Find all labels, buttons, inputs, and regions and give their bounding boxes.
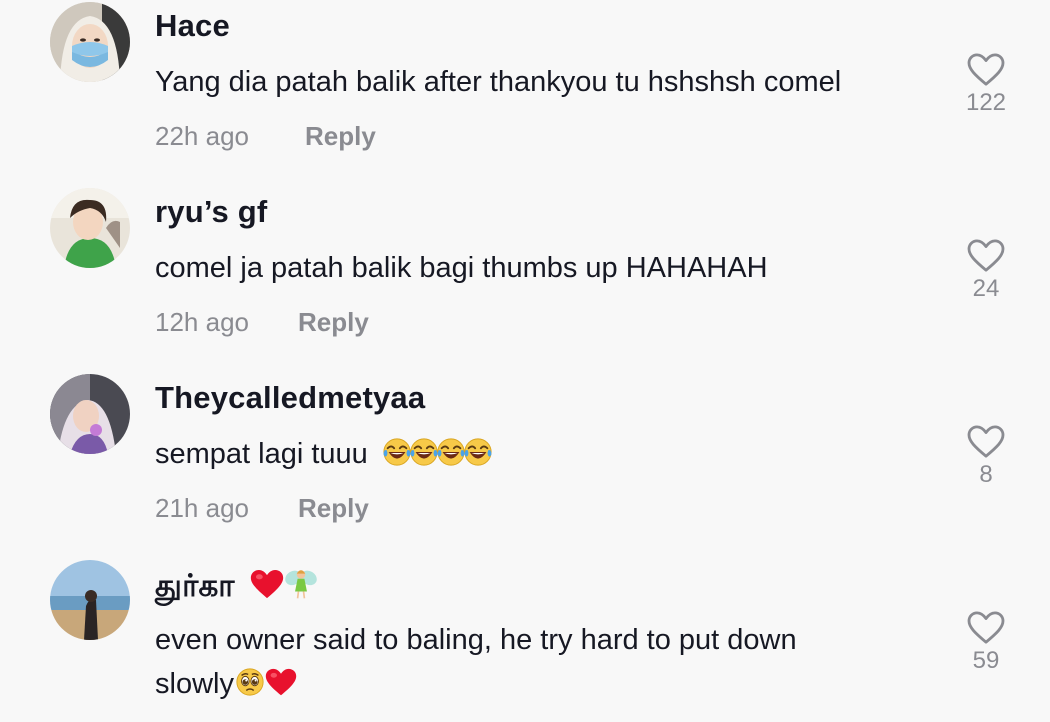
like-button[interactable]: 122 xyxy=(955,53,1017,117)
heart-outline-icon[interactable] xyxy=(967,53,1005,87)
like-count: 8 xyxy=(979,461,993,488)
reply-button[interactable]: Reply xyxy=(298,493,369,524)
reply-button[interactable]: Reply xyxy=(298,307,369,338)
like-count: 122 xyxy=(965,89,1007,116)
tears-of-joy-emoji xyxy=(436,437,466,467)
tears-of-joy-emoji xyxy=(409,437,439,467)
like-button[interactable]: 8 xyxy=(955,425,1017,489)
comment-text: even owner said to baling, he try hard t… xyxy=(155,618,915,706)
comment-username[interactable]: துர்கா xyxy=(155,566,318,608)
comment-text-content: sempat lagi tuuu xyxy=(155,438,368,470)
comment-username-text: துர்கா xyxy=(155,568,235,603)
red-heart-emoji xyxy=(265,668,297,697)
comment-timestamp: 12h ago xyxy=(155,307,249,337)
tears-of-joy-emoji xyxy=(382,437,412,467)
heart-outline-icon[interactable] xyxy=(967,239,1005,273)
reply-button[interactable]: Reply xyxy=(305,121,376,152)
avatar[interactable] xyxy=(50,188,130,268)
comment-timestamp: 21h ago xyxy=(155,493,249,523)
comment-username[interactable]: Theycalledmetyaa xyxy=(155,380,425,416)
heart-outline-icon[interactable] xyxy=(967,611,1005,645)
avatar[interactable] xyxy=(50,560,130,640)
pleading-face-emoji xyxy=(235,667,265,697)
comment-text-line: slowly xyxy=(155,662,915,706)
tears-of-joy-emoji xyxy=(463,437,493,467)
red-heart-emoji xyxy=(250,569,284,600)
like-button[interactable]: 59 xyxy=(955,611,1017,675)
avatar[interactable] xyxy=(50,374,130,454)
like-count: 24 xyxy=(972,275,1000,302)
comment-text: sempat lagi tuuu xyxy=(155,432,915,476)
heart-outline-icon[interactable] xyxy=(967,425,1005,459)
comment-timestamp: 22h ago xyxy=(155,121,249,151)
comment-text-line: even owner said to baling, he try hard t… xyxy=(155,624,797,656)
comment-text-content: slowly xyxy=(155,668,234,700)
like-button[interactable]: 24 xyxy=(955,239,1017,303)
comment-username[interactable]: ryu’s gf xyxy=(155,194,267,230)
comment-text: comel ja patah balik bagi thumbs up HAHA… xyxy=(155,252,768,284)
comment-text: Yang dia patah balik after thankyou tu h… xyxy=(155,66,842,98)
comment-username[interactable]: Hace xyxy=(155,8,230,44)
avatar[interactable] xyxy=(50,2,130,82)
like-count: 59 xyxy=(972,647,1000,674)
fairy-emoji xyxy=(284,566,318,600)
